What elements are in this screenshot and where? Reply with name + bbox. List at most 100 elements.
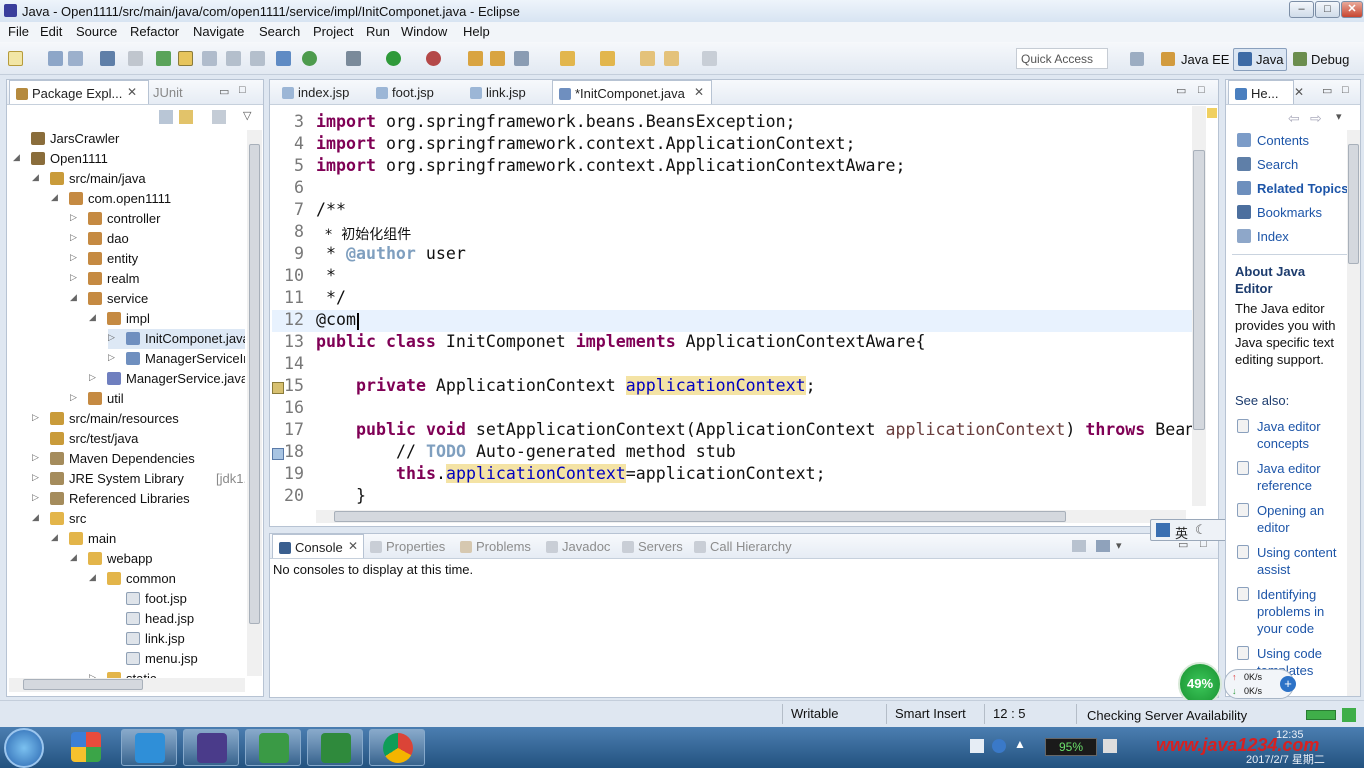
tab-junit[interactable]: JUnit <box>153 80 213 104</box>
tree-item[interactable]: ▷ Maven Dependencies <box>32 449 245 469</box>
close-help-icon[interactable]: ✕ <box>1294 85 1304 99</box>
forward-icon[interactable] <box>702 51 717 66</box>
tree-item[interactable]: link.jsp <box>108 629 245 649</box>
help-topic-opening[interactable]: Opening an editor <box>1257 502 1339 536</box>
back-icon[interactable] <box>664 51 679 66</box>
tree-item[interactable]: src/test/java <box>32 429 245 449</box>
help-link-index[interactable]: Index <box>1257 229 1289 244</box>
tools-icon[interactable] <box>128 51 143 66</box>
package-tree-hscroll[interactable] <box>9 678 245 692</box>
collapse-all-icon[interactable] <box>159 110 173 124</box>
menu-navigate[interactable]: Navigate <box>193 24 244 39</box>
mark-occurrences-icon[interactable] <box>178 51 193 66</box>
server-icon[interactable] <box>276 51 291 66</box>
external-tools-icon[interactable] <box>426 51 441 66</box>
collapsed-arrow-icon[interactable]: ▷ <box>32 492 39 503</box>
start-button[interactable] <box>4 728 44 768</box>
collapsed-arrow-icon[interactable]: ▷ <box>108 352 115 363</box>
help-topic-concepts[interactable]: Java editor concepts <box>1257 418 1339 452</box>
tab-help[interactable]: He... <box>1228 80 1294 104</box>
tree-item[interactable]: ▷ entity <box>70 249 245 269</box>
taskbar-app-2[interactable] <box>121 729 177 766</box>
collapsed-arrow-icon[interactable]: ▷ <box>70 232 77 243</box>
expanded-arrow-icon[interactable]: ◢ <box>89 312 96 323</box>
close-window-button[interactable]: ✕ <box>1341 1 1363 18</box>
taskbar-app-1[interactable] <box>58 729 114 766</box>
tree-item[interactable]: ▷ src/main/resources <box>32 409 245 429</box>
close-console-icon[interactable]: ✕ <box>348 539 358 553</box>
package-tree-vscroll-thumb[interactable] <box>249 144 260 624</box>
help-topic-reference[interactable]: Java editor reference <box>1257 460 1339 494</box>
collapsed-arrow-icon[interactable]: ▷ <box>70 212 77 223</box>
tree-item[interactable]: menu.jsp <box>108 649 245 669</box>
clock-time[interactable]: 12:35 <box>1276 729 1304 741</box>
collapsed-arrow-icon[interactable]: ▷ <box>70 392 77 403</box>
collapsed-arrow-icon[interactable]: ▷ <box>32 412 39 423</box>
help-vscroll[interactable] <box>1347 130 1360 696</box>
menu-file[interactable]: File <box>8 24 29 39</box>
show-whitespace-icon[interactable] <box>226 51 241 66</box>
save-icon[interactable] <box>48 51 63 66</box>
tree-item[interactable]: ◢ src <box>32 509 245 529</box>
tree-item[interactable]: head.jsp <box>108 609 245 629</box>
menu-source[interactable]: Source <box>76 24 117 39</box>
open-type-icon[interactable] <box>490 51 505 66</box>
tab-properties[interactable]: Properties <box>370 534 458 558</box>
add-circle-icon[interactable]: + <box>1280 676 1296 692</box>
tree-item[interactable]: ▷ controller <box>70 209 245 229</box>
debug-icon[interactable] <box>346 51 361 66</box>
help-maximize-icon[interactable]: □ <box>1342 84 1349 96</box>
status-insert-mode[interactable]: Smart Insert <box>895 706 966 721</box>
link-with-editor-icon[interactable] <box>179 110 193 124</box>
console-menu-icon[interactable]: ▾ <box>1116 539 1122 552</box>
taskbar-camtasia-2[interactable] <box>307 729 363 766</box>
menu-window[interactable]: Window <box>401 24 447 39</box>
save-all-icon[interactable] <box>68 51 83 66</box>
plug-icon[interactable] <box>1103 739 1117 753</box>
expanded-arrow-icon[interactable]: ◢ <box>70 552 77 563</box>
help-topic-content-assist[interactable]: Using content assist <box>1257 544 1339 578</box>
help-tray-icon[interactable] <box>992 739 1006 753</box>
expanded-arrow-icon[interactable]: ◢ <box>51 192 58 203</box>
tree-item[interactable]: ◢ src/main/java <box>32 169 245 189</box>
close-tab-icon[interactable]: ✕ <box>694 85 704 99</box>
tab-index-jsp[interactable]: index.jsp <box>276 80 366 104</box>
menu-help[interactable]: Help <box>463 24 490 39</box>
tree-item[interactable]: ▷ InitComponet.java <box>108 329 245 349</box>
pin-console-icon[interactable] <box>1072 540 1086 552</box>
progress-view-icon[interactable] <box>1342 708 1356 722</box>
clock-date[interactable]: 2017/2/7 星期二 <box>1246 751 1325 767</box>
taskbar-camtasia-1[interactable] <box>245 729 301 766</box>
editor-vscroll[interactable] <box>1192 106 1206 506</box>
taskbar-eclipse[interactable] <box>183 729 239 766</box>
help-link-bookmarks[interactable]: Bookmarks <box>1257 205 1322 220</box>
paragraph-icon[interactable] <box>250 51 265 66</box>
help-minimize-icon[interactable]: ▭ <box>1322 84 1332 97</box>
terminal-icon[interactable] <box>100 51 115 66</box>
expanded-arrow-icon[interactable]: ◢ <box>32 512 39 523</box>
help-topic-problems[interactable]: Identifying problems in your code <box>1257 586 1339 637</box>
tree-item[interactable]: foot.jsp <box>108 589 245 609</box>
editor-hscroll-thumb[interactable] <box>334 511 1066 522</box>
tree-item[interactable]: ▷ ManagerServiceImpl.java <box>108 349 245 369</box>
tree-item[interactable]: ▷ ManagerService.java <box>89 369 245 389</box>
menu-refactor[interactable]: Refactor <box>130 24 179 39</box>
minimize-button[interactable]: – <box>1289 1 1314 18</box>
tree-item[interactable]: ▷ JRE System Library [jdk1.8] <box>32 469 245 489</box>
tree-item[interactable]: JarsCrawler <box>13 129 245 149</box>
expanded-arrow-icon[interactable]: ◢ <box>51 532 58 543</box>
collapsed-arrow-icon[interactable]: ▷ <box>108 332 115 343</box>
editor-hscroll[interactable] <box>316 510 1186 523</box>
help-link-contents[interactable]: Contents <box>1257 133 1309 148</box>
collapsed-arrow-icon[interactable]: ▷ <box>70 272 77 283</box>
editor-minimize-icon[interactable]: ▭ <box>1176 84 1186 97</box>
tree-item[interactable]: ◢ service <box>70 289 245 309</box>
tree-item[interactable]: ◢ com.open1111 <box>51 189 245 209</box>
expanded-arrow-icon[interactable]: ◢ <box>70 292 77 303</box>
menu-project[interactable]: Project <box>313 24 353 39</box>
tab-javadoc[interactable]: Javadoc <box>546 534 616 558</box>
help-link-search[interactable]: Search <box>1257 157 1298 172</box>
tree-item[interactable]: ▷ dao <box>70 229 245 249</box>
search-toolbar-icon[interactable] <box>514 51 529 66</box>
tree-item[interactable]: ◢ webapp <box>70 549 245 569</box>
